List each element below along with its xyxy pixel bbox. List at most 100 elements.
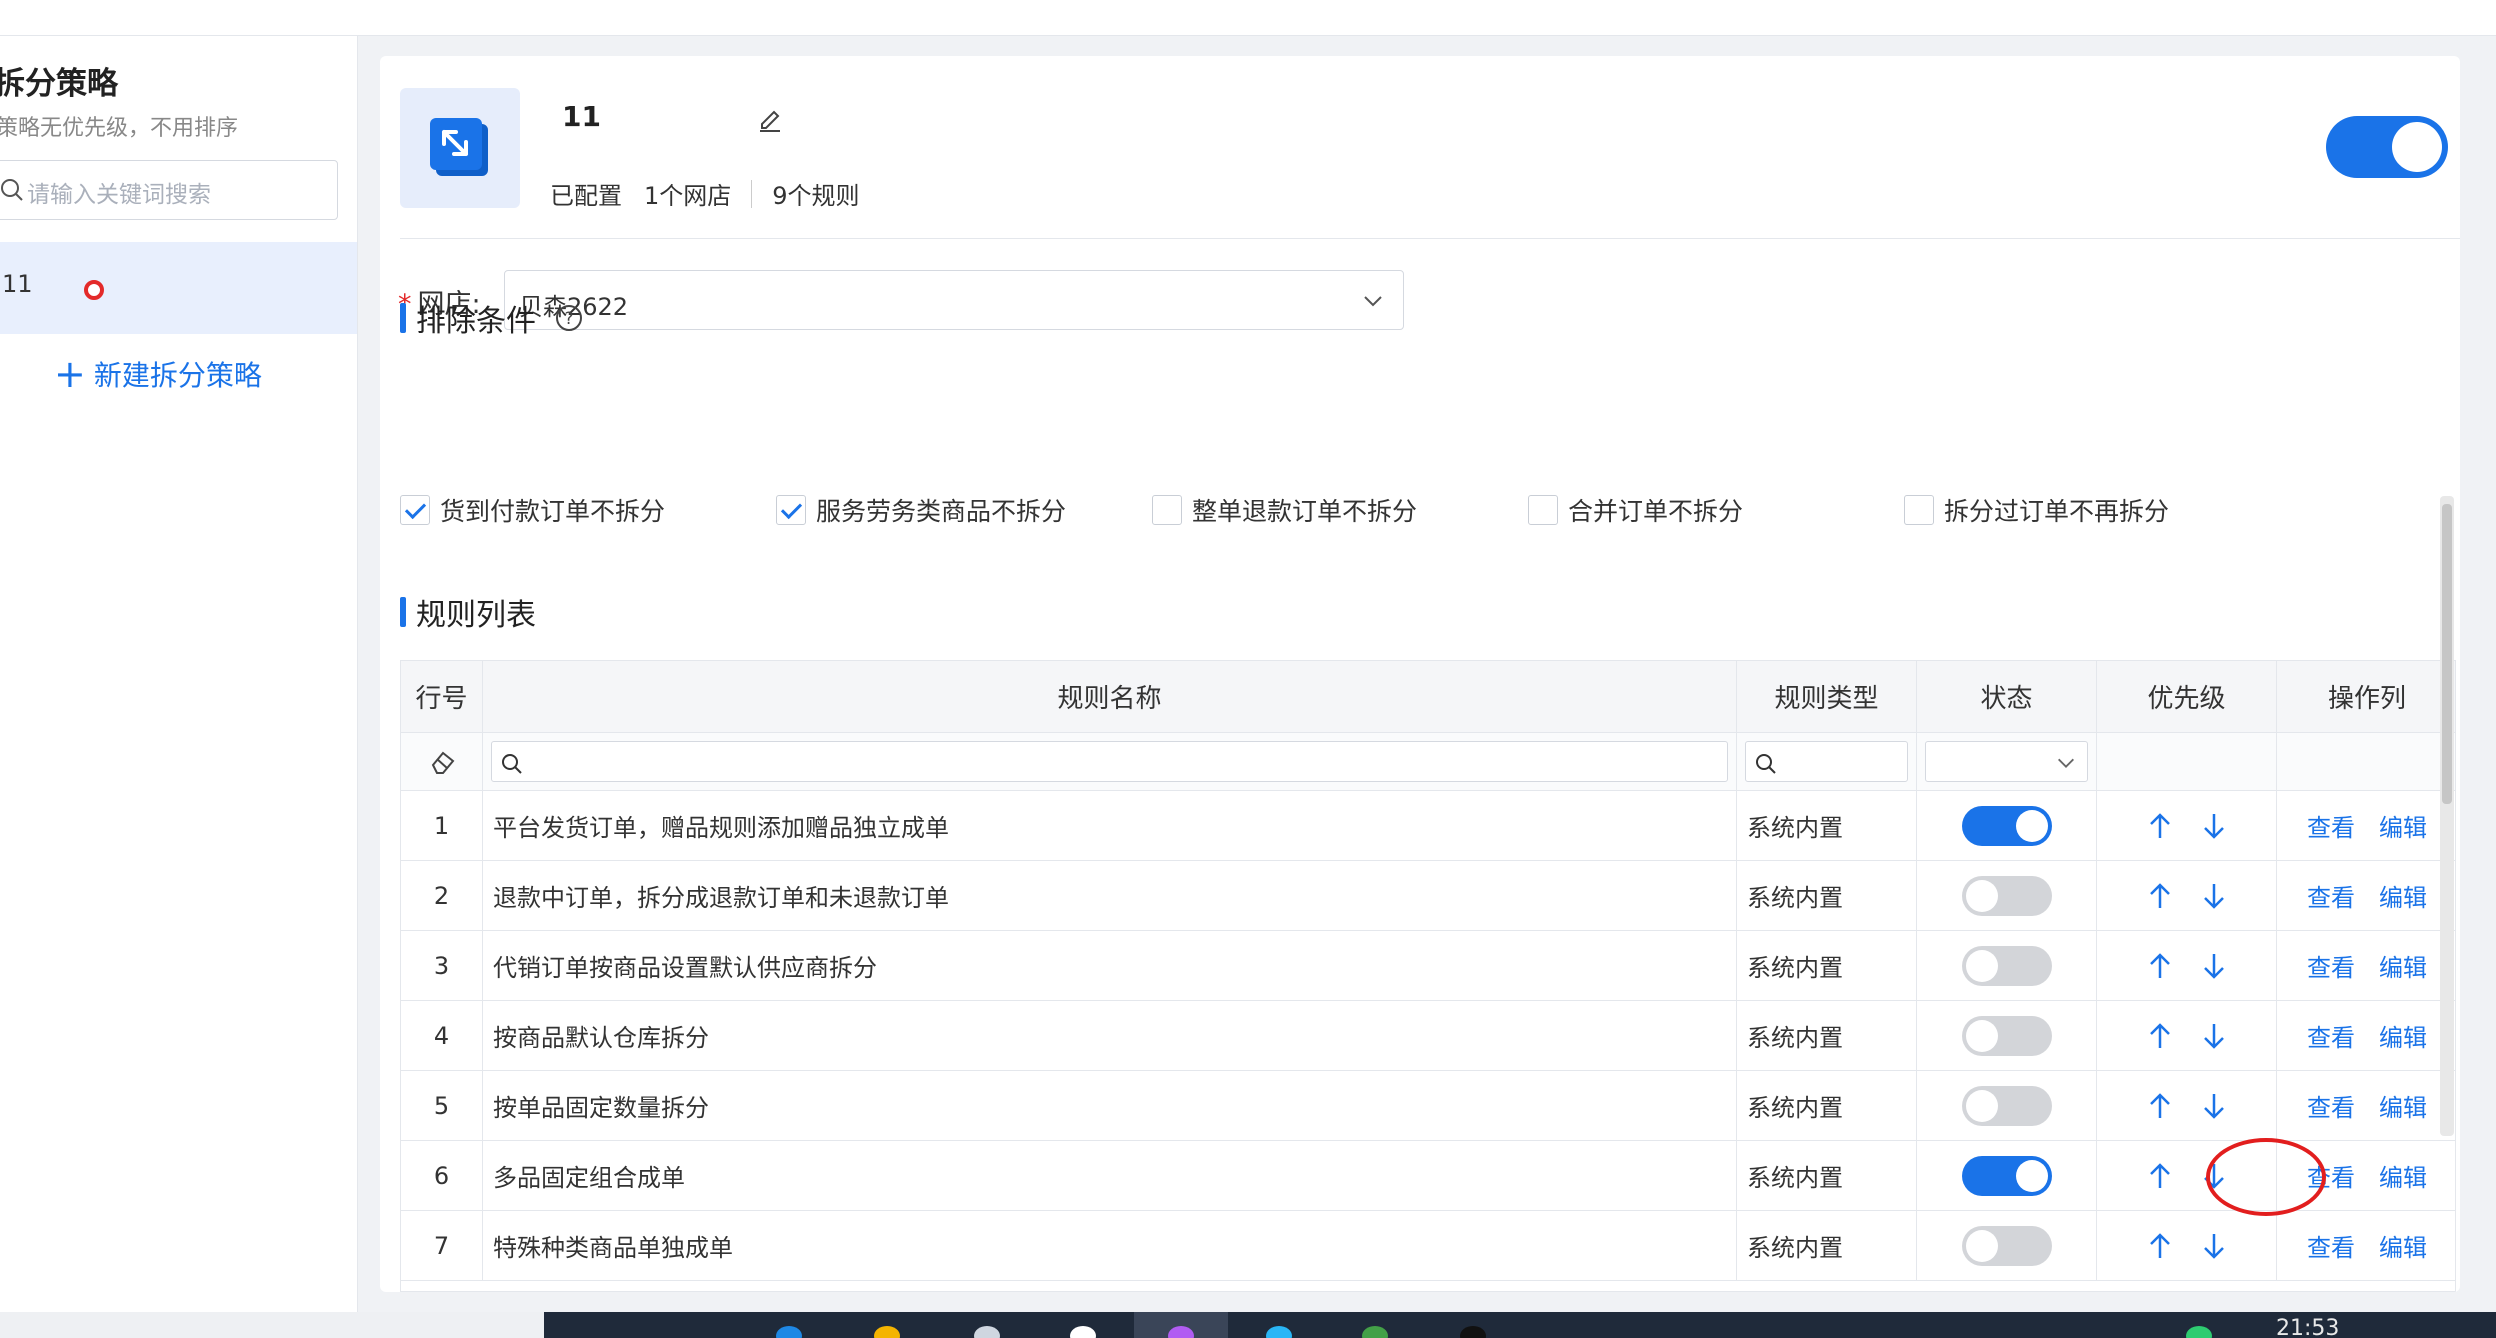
arrow-down-icon[interactable] [2201, 1091, 2227, 1121]
edit-name-icon[interactable] [754, 102, 786, 134]
scrollbar-thumb[interactable] [2442, 504, 2452, 804]
rule-status-switch[interactable] [1961, 1225, 2052, 1266]
arrow-down-icon[interactable] [2201, 1231, 2227, 1261]
actions-cell: 查看 编辑 [2277, 861, 2455, 930]
actions-cell: 查看 编辑 [2277, 931, 2455, 1000]
help-icon[interactable]: ? [554, 303, 584, 333]
table-scrollbar[interactable] [2440, 496, 2454, 1136]
arrow-up-icon[interactable] [2147, 881, 2173, 911]
view-link[interactable]: 查看 [2307, 948, 2355, 983]
actions-cell: 查看 编辑 [2277, 1211, 2455, 1280]
type-filter-input[interactable] [1745, 741, 1908, 782]
rule-status-switch[interactable] [1961, 1085, 2052, 1126]
exclude-option-cod[interactable]: 货到付款订单不拆分 [400, 492, 665, 528]
config-status: 已配置 [550, 182, 622, 210]
row-number: 3 [401, 931, 483, 1000]
top-bar [0, 0, 2496, 36]
rule-status-switch[interactable] [1961, 1155, 2052, 1196]
eraser-icon[interactable] [427, 747, 457, 777]
rule-status-switch[interactable] [1961, 1015, 2052, 1056]
arrow-up-icon[interactable] [2147, 1091, 2173, 1121]
strategy-sidebar: 拆分策略 策略无优先级，不用排序 请输入关键词搜索 11 + 新建拆分策略 [0, 36, 358, 1312]
switch-knob [1965, 1089, 1998, 1122]
table-row: 7 特殊种类商品单独成单 系统内置 查看 编辑 [401, 1211, 2455, 1281]
row-number: 2 [401, 861, 483, 930]
row-number: 5 [401, 1071, 483, 1140]
edit-link[interactable]: 编辑 [2379, 1158, 2427, 1193]
arrow-down-icon[interactable] [2201, 951, 2227, 981]
rule-type: 系统内置 [1737, 861, 1917, 930]
checkbox[interactable] [776, 495, 806, 525]
edit-link[interactable]: 编辑 [2379, 1088, 2427, 1123]
view-link[interactable]: 查看 [2307, 1158, 2355, 1193]
priority-cell [2097, 861, 2277, 930]
divider [751, 179, 753, 208]
shop-count: 1个网店 [644, 182, 732, 210]
rule-status-switch[interactable] [1961, 805, 2052, 846]
checkbox[interactable] [400, 495, 430, 525]
column-header-no: 行号 [401, 661, 483, 732]
column-header-type: 规则类型 [1737, 661, 1917, 732]
column-header-priority: 优先级 [2097, 661, 2277, 732]
edit-link[interactable]: 编辑 [2379, 878, 2427, 913]
taskbar: 21:53 [0, 1312, 2496, 1338]
priority-cell [2097, 1001, 2277, 1070]
exclude-section-heading: 排除条件 ? [400, 296, 584, 340]
checkbox[interactable] [1904, 495, 1934, 525]
exclude-option-service[interactable]: 服务劳务类商品不拆分 [776, 492, 1066, 528]
edit-link[interactable]: 编辑 [2379, 1018, 2427, 1053]
arrow-down-icon[interactable] [2201, 881, 2227, 911]
search-icon [502, 754, 522, 774]
view-link[interactable]: 查看 [2307, 808, 2355, 843]
switch-knob [1965, 879, 1998, 912]
new-strategy-button[interactable]: + 新建拆分策略 [54, 354, 262, 394]
split-icon [430, 118, 488, 176]
rule-count: 9个规则 [772, 182, 860, 210]
row-number: 6 [401, 1141, 483, 1210]
arrow-up-icon[interactable] [2147, 1021, 2173, 1051]
view-link[interactable]: 查看 [2307, 1228, 2355, 1263]
exclude-option-merged[interactable]: 合并订单不拆分 [1528, 492, 1743, 528]
edit-link[interactable]: 编辑 [2379, 808, 2427, 843]
rule-status-switch[interactable] [1961, 875, 2052, 916]
exclude-section-title: 排除条件 [416, 304, 536, 339]
arrow-up-icon[interactable] [2147, 811, 2173, 841]
edit-link[interactable]: 编辑 [2379, 948, 2427, 983]
status-cell [1917, 931, 2097, 1000]
rule-name: 多品固定组合成单 [483, 1141, 1737, 1210]
table-row: 4 按商品默认仓库拆分 系统内置 查看 编辑 [401, 1001, 2455, 1071]
strategy-search-input[interactable]: 请输入关键词搜索 [0, 160, 338, 220]
arrow-down-icon[interactable] [2201, 1021, 2227, 1051]
arrow-up-icon[interactable] [2147, 1231, 2173, 1261]
rule-status-switch[interactable] [1961, 945, 2052, 986]
strategy-icon [400, 88, 520, 208]
strategy-enable-switch[interactable] [2326, 116, 2448, 178]
view-link[interactable]: 查看 [2307, 878, 2355, 913]
table-row: 2 退款中订单，拆分成退款订单和未退款订单 系统内置 查看 编辑 [401, 861, 2455, 931]
header-divider [400, 238, 2460, 239]
checkbox[interactable] [1528, 495, 1558, 525]
rules-table: 行号 规则名称 规则类型 状态 优先级 操作列 1 平台发货订单，赠品规则添加赠… [400, 660, 2456, 1292]
arrow-down-icon[interactable] [2201, 1161, 2227, 1191]
exclude-option-refund[interactable]: 整单退款订单不拆分 [1152, 492, 1417, 528]
actions-cell: 查看 编辑 [2277, 791, 2455, 860]
sidebar-item-label: 11 [2, 270, 33, 298]
priority-cell [2097, 791, 2277, 860]
exclude-option-split[interactable]: 拆分过订单不再拆分 [1904, 492, 2169, 528]
checkbox[interactable] [1152, 495, 1182, 525]
status-filter-select[interactable] [1925, 741, 2088, 782]
view-link[interactable]: 查看 [2307, 1088, 2355, 1123]
rule-type: 系统内置 [1737, 1071, 1917, 1140]
shop-select[interactable]: 贝森2622 [504, 270, 1404, 330]
rule-name: 代销订单按商品设置默认供应商拆分 [483, 931, 1737, 1000]
view-link[interactable]: 查看 [2307, 1018, 2355, 1053]
sidebar-item-strategy[interactable]: 11 [0, 242, 357, 334]
arrow-up-icon[interactable] [2147, 1161, 2173, 1191]
arrow-down-icon[interactable] [2201, 811, 2227, 841]
search-placeholder: 请输入关键词搜索 [27, 182, 211, 208]
edit-link[interactable]: 编辑 [2379, 1228, 2427, 1263]
filter-row [401, 733, 2455, 791]
arrow-up-icon[interactable] [2147, 951, 2173, 981]
table-row: 5 按单品固定数量拆分 系统内置 查看 编辑 [401, 1071, 2455, 1141]
name-filter-input[interactable] [491, 741, 1728, 782]
